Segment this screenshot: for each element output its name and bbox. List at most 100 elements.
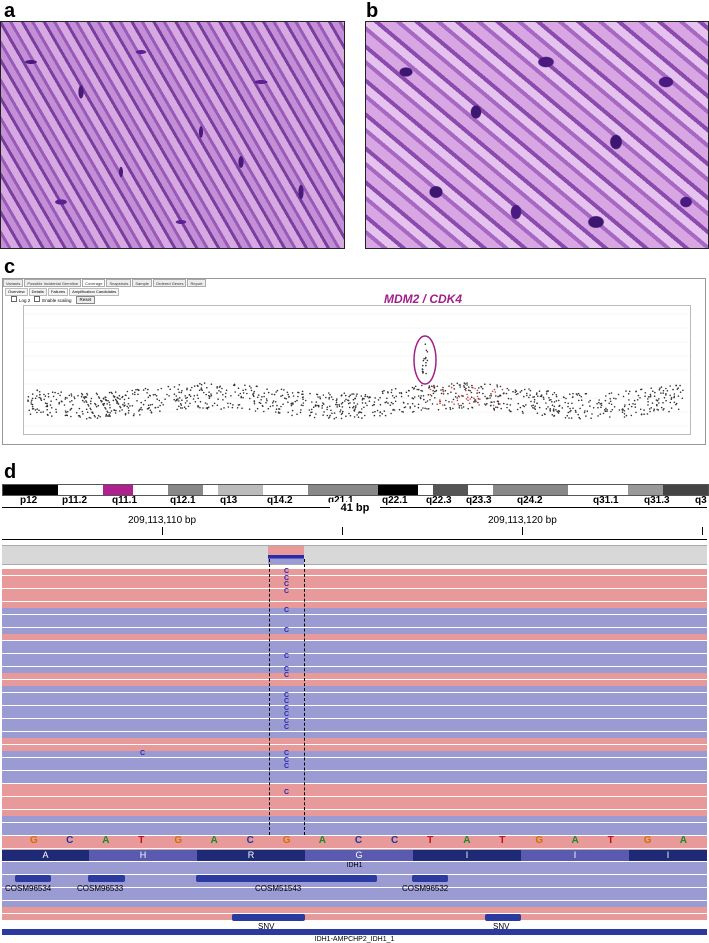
read-row[interactable] [2,718,707,725]
plot-point [291,414,293,417]
read-row[interactable] [2,900,707,907]
plot-point [490,401,492,403]
plot-point [436,385,439,388]
plot-point [379,415,381,417]
read-row[interactable] [2,686,707,692]
plot-point [662,401,664,404]
read-row[interactable] [2,627,707,634]
read-row[interactable] [2,907,707,913]
read-row[interactable] [2,575,707,582]
read-row[interactable] [2,777,707,783]
read-row[interactable] [2,790,707,796]
read-row[interactable] [2,894,707,900]
tab-variants[interactable]: Variants [3,279,24,287]
subtab-amplification[interactable]: Amplification Candidates [69,288,120,296]
snv-feature[interactable] [485,914,521,921]
subtab-failures[interactable]: Failures [47,288,69,296]
tab-snapshots[interactable]: Snapshots [106,279,132,287]
read-row[interactable] [2,582,707,588]
plot-point [486,402,488,405]
plot-point [178,391,180,394]
read-row[interactable] [2,731,707,738]
tab-sample[interactable]: Sample [132,279,152,287]
read-row[interactable] [2,634,707,640]
plot-point [553,401,556,403]
plot-point [516,408,519,411]
plot-point [357,412,360,414]
plot-point [400,395,403,398]
read-row[interactable] [2,816,707,822]
plot-point [623,416,626,418]
read-row[interactable] [2,783,707,790]
plot-point [27,395,30,398]
plot-point [142,403,145,406]
read-row[interactable] [2,660,707,666]
read-row[interactable] [2,640,707,647]
cosmic-feature[interactable] [15,875,51,882]
read-row[interactable] [2,588,707,595]
tab-ordered-genes[interactable]: Ordered Genes [152,279,187,287]
band-label: p12 [20,495,38,506]
subtab-overview[interactable]: Overview [5,288,28,296]
read-row[interactable] [2,803,707,809]
read-row[interactable] [2,770,707,777]
read-row[interactable] [2,569,707,575]
read-row[interactable] [2,764,707,770]
subtab-details[interactable]: Details [28,288,47,296]
plot-point [637,394,640,397]
read-row[interactable] [2,744,707,751]
read-row[interactable] [2,796,707,803]
read-row[interactable] [2,614,707,621]
read-row[interactable] [2,647,707,653]
read-row[interactable] [2,725,707,731]
reset-button[interactable]: Reset [75,296,96,304]
read-row[interactable] [2,738,707,744]
read-row[interactable] [2,679,707,686]
plot-point [411,402,414,405]
plot-point [673,401,676,404]
plot-point [106,403,108,405]
cosmic-feature[interactable] [88,875,125,882]
read-row[interactable] [2,621,707,627]
cosmic-feature[interactable] [196,875,377,882]
read-row[interactable] [2,673,707,679]
plot-point [517,402,520,405]
snv-feature[interactable] [232,914,305,921]
cosmic-feature[interactable] [412,875,448,882]
plot-point [382,392,384,395]
read-row[interactable] [2,705,707,712]
read-row[interactable] [2,666,707,673]
plot-point [523,388,526,391]
read-row[interactable] [2,757,707,764]
plot-point [138,410,140,412]
plot-point [623,405,626,408]
tab-coverage[interactable]: Coverage [82,279,106,287]
read-row[interactable] [2,809,707,816]
tab-report[interactable]: Report [187,279,206,287]
scaling-checkbox[interactable]: Enable scaling [34,296,72,304]
read-row[interactable] [2,608,707,614]
plot-point [434,397,436,399]
read-row[interactable] [2,751,707,757]
plot-point [660,406,663,409]
read-row[interactable] [2,653,707,660]
plot-point [625,390,627,392]
transcript-bar[interactable] [2,929,707,935]
read-row[interactable] [2,712,707,718]
read-row[interactable] [2,699,707,705]
amino-acid: I [521,850,629,861]
plot-point [468,386,470,388]
plot-point [530,400,532,403]
read-row[interactable] [2,913,707,920]
plot-point [75,412,78,414]
read-row[interactable] [2,595,707,601]
plot-point [572,396,574,398]
read-row[interactable] [2,822,707,829]
read-row[interactable] [2,692,707,699]
plot-point [349,414,352,417]
read-row[interactable] [2,601,707,608]
log2-checkbox[interactable]: Log 2 [11,296,30,304]
plot-point [173,398,175,401]
plot-point [336,404,339,406]
tab-germline[interactable]: Possible Incidental Germline [24,279,82,287]
